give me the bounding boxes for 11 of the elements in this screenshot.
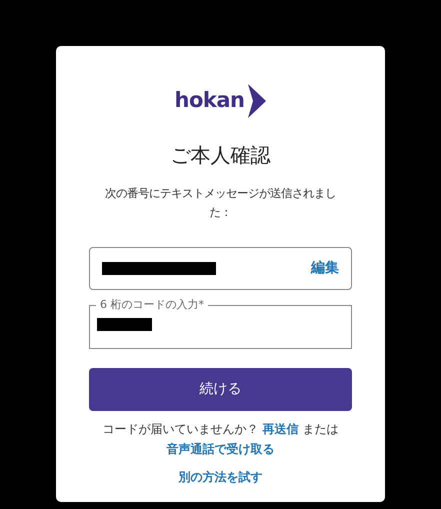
- code-input-field[interactable]: 6 桁のコードの入力*: [89, 298, 352, 349]
- field-label: 6 桁のコードの入力*: [99, 298, 205, 312]
- message-text: 次の番号にテキストメッセージが送信されました：: [104, 186, 337, 221]
- edit-link[interactable]: 編集: [311, 258, 339, 279]
- continue-button[interactable]: 続ける: [89, 368, 352, 411]
- resend-link[interactable]: 再送信: [262, 422, 298, 436]
- alternate-method-link[interactable]: 別の方法を試す: [178, 468, 262, 486]
- logo: hokan: [174, 84, 266, 118]
- resend-text: コードが届いていませんか？ 再送信 または 音声通話で受け取る: [102, 421, 340, 458]
- page-title: ご本人確認: [170, 142, 272, 169]
- voice-call-link[interactable]: 音声通話で受け取る: [166, 442, 274, 456]
